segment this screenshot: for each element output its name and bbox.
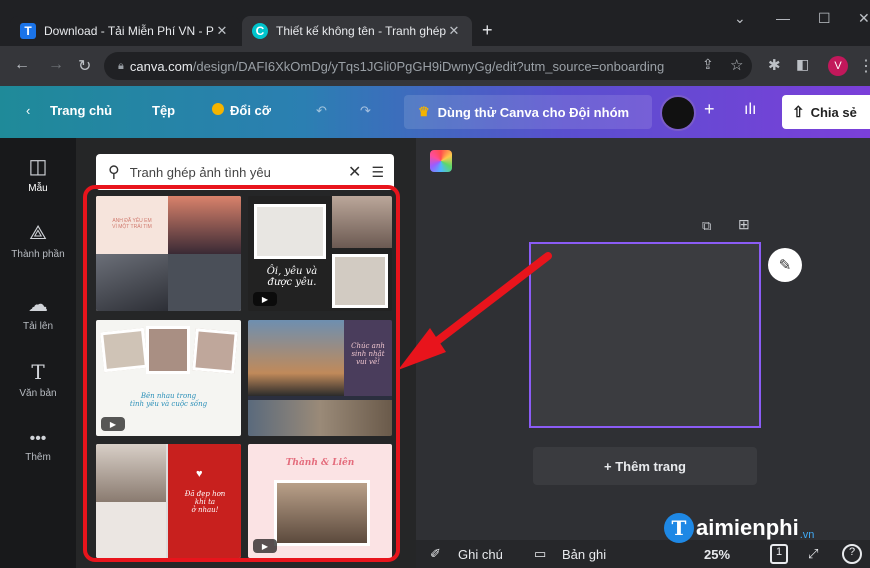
annotation-arrow-icon [398,252,552,370]
